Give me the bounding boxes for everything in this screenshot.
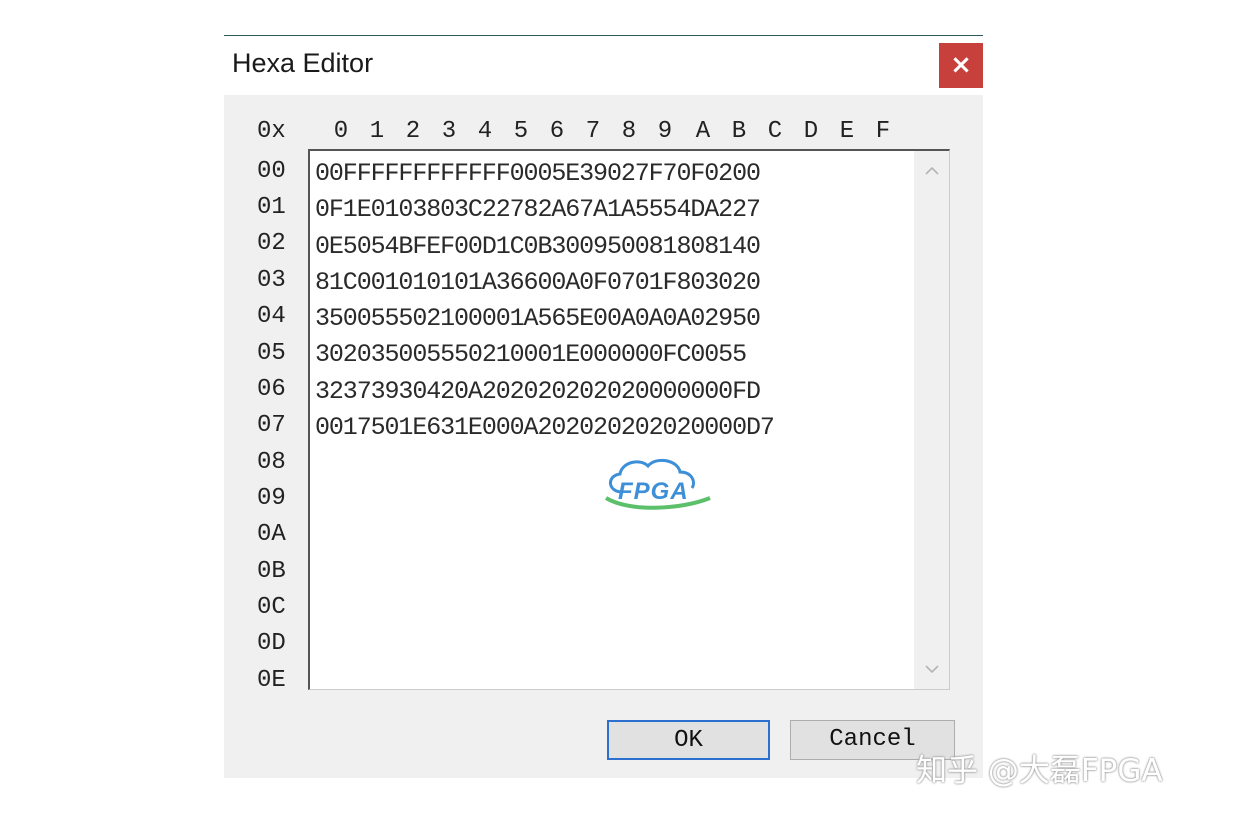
hex-line: 0E5054BFEF00D1C0B300950081808140 xyxy=(315,231,761,261)
hex-line: 0017501E631E000A202020202020000D7 xyxy=(315,413,775,443)
ok-button[interactable]: OK xyxy=(607,720,770,760)
column-header: E xyxy=(839,118,855,145)
row-label: 02 xyxy=(257,230,286,257)
row-label: 0A xyxy=(257,521,286,548)
column-header: 6 xyxy=(549,118,565,145)
hexa-editor-dialog: Hexa Editor × 0x 0 1 2 3 4 5 6 7 8 9 A B… xyxy=(224,35,983,778)
row-label: 04 xyxy=(257,303,286,330)
hex-line: 0F1E0103803C22782A67A1A5554DA227 xyxy=(315,195,761,225)
row-label: 0C xyxy=(257,594,286,621)
column-header: C xyxy=(767,118,783,145)
column-header: B xyxy=(731,118,747,145)
hex-data-textarea[interactable]: 00FFFFFFFFFFFF0005E39027F70F0200 0F1E010… xyxy=(308,149,950,690)
column-header: 9 xyxy=(657,118,673,145)
column-header: 4 xyxy=(477,118,493,145)
column-header: F xyxy=(875,118,891,145)
column-header: 5 xyxy=(513,118,529,145)
row-label: 07 xyxy=(257,412,286,439)
credit-watermark: 知乎 @大磊FPGA xyxy=(916,753,1163,789)
close-button[interactable]: × xyxy=(939,43,983,88)
row-label: 09 xyxy=(257,485,286,512)
row-label: 0E xyxy=(257,667,286,694)
vertical-scrollbar[interactable] xyxy=(914,151,949,689)
hex-line: 32373930420A202020202020000000FD xyxy=(315,376,761,406)
scroll-up-arrow-icon[interactable] xyxy=(914,153,949,189)
row-label: 06 xyxy=(257,376,286,403)
dialog-title: Hexa Editor xyxy=(232,48,374,78)
column-header: D xyxy=(803,118,819,145)
row-label: 08 xyxy=(257,449,286,476)
hex-line: 81C001010101A36600A0F0701F803020 xyxy=(315,267,761,297)
column-header: 8 xyxy=(621,118,637,145)
watermark-logo-text: FPGA xyxy=(618,478,689,505)
row-label: 0D xyxy=(257,630,286,657)
row-label: 0B xyxy=(257,558,286,585)
hex-line: 350055502100001A565E00A0A0A02950 xyxy=(315,304,761,334)
column-header: 7 xyxy=(585,118,601,145)
watermark-logo: FPGA xyxy=(600,452,740,512)
column-header: 0 xyxy=(333,118,349,145)
hex-line: 302035005550210001E000000FC0055 xyxy=(315,340,747,370)
scroll-down-arrow-icon[interactable] xyxy=(914,651,949,687)
hex-prefix-label: 0x xyxy=(257,118,286,145)
column-header: 3 xyxy=(441,118,457,145)
hex-line: 00FFFFFFFFFFFF0005E39027F70F0200 xyxy=(315,159,761,188)
row-label: 00 xyxy=(257,158,286,185)
column-header: 1 xyxy=(369,118,385,145)
column-headers: 0 1 2 3 4 5 6 7 8 9 A B C D E F xyxy=(331,118,901,148)
column-header: A xyxy=(695,118,711,145)
row-label: 05 xyxy=(257,340,286,367)
row-label: 03 xyxy=(257,267,286,294)
hex-lines: 00FFFFFFFFFFFF0005E39027F70F0200 0F1E010… xyxy=(315,157,775,447)
column-header: 2 xyxy=(405,118,421,145)
row-label: 01 xyxy=(257,194,286,221)
title-bar: Hexa Editor × xyxy=(224,36,983,95)
